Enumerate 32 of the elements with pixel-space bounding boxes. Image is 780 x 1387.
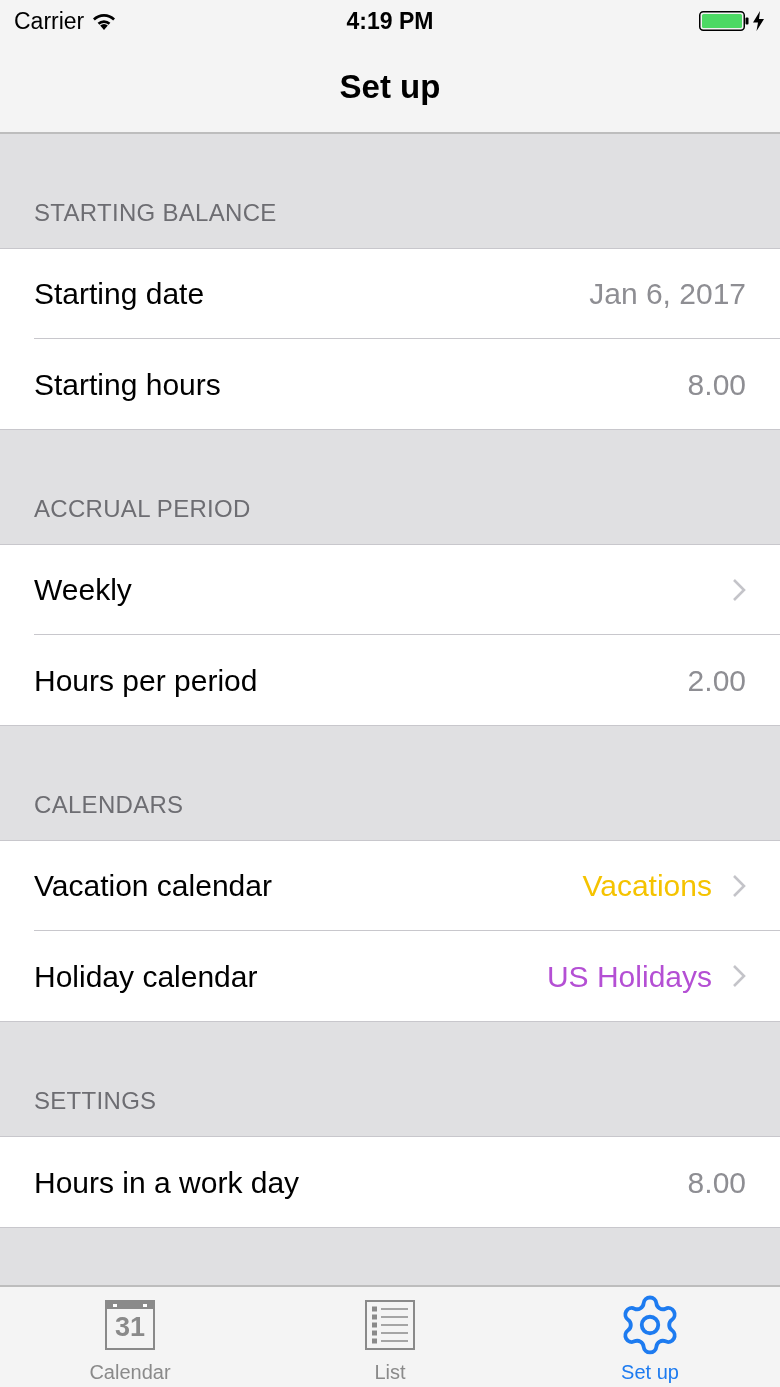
row-label: Holiday calendar	[34, 958, 258, 995]
battery-icon	[699, 11, 749, 31]
row-value: Jan 6, 2017	[589, 276, 746, 312]
settings-row[interactable]: Weekly	[0, 545, 780, 635]
settings-row[interactable]: Vacation calendar Vacations	[0, 841, 780, 931]
settings-row[interactable]: Hours in a work day 8.00	[0, 1137, 780, 1227]
calendar-icon: 31	[105, 1300, 155, 1350]
section-header: SETTINGS	[34, 1086, 157, 1116]
wifi-icon	[92, 12, 117, 30]
list-icon	[365, 1300, 415, 1350]
row-label: Vacation calendar	[34, 868, 272, 904]
row-label: Hours per period	[34, 662, 258, 699]
row-value: 8.00	[687, 366, 746, 403]
tab-bar-item[interactable]: Set up	[520, 1287, 780, 1387]
row-value: Vacations	[582, 868, 712, 904]
row-label: Starting date	[34, 276, 205, 312]
status-time: 4:19 PM	[346, 6, 434, 36]
nav-title: Set up	[339, 67, 441, 108]
row-label: Weekly	[34, 572, 132, 608]
row-value: US Holidays	[546, 958, 712, 995]
section-header: CALENDARS	[34, 790, 184, 820]
settings-row[interactable]: Holiday calendar US Holidays	[0, 931, 780, 1021]
settings-row[interactable]: Starting date Jan 6, 2017	[0, 249, 780, 339]
section-header: STARTING BALANCE	[34, 198, 277, 228]
row-value: 8.00	[687, 1164, 746, 1201]
row-label: Starting hours	[34, 366, 221, 403]
row-label: Hours in a work day	[34, 1164, 300, 1201]
settings-row[interactable]: Starting hours 8.00	[0, 339, 780, 429]
row-value: 2.00	[687, 662, 746, 699]
settings-row[interactable]: Hours per period 2.00	[0, 635, 780, 725]
section-header: ACCRUAL PERIOD	[34, 494, 251, 524]
carrier-name: Carrier	[14, 6, 85, 36]
